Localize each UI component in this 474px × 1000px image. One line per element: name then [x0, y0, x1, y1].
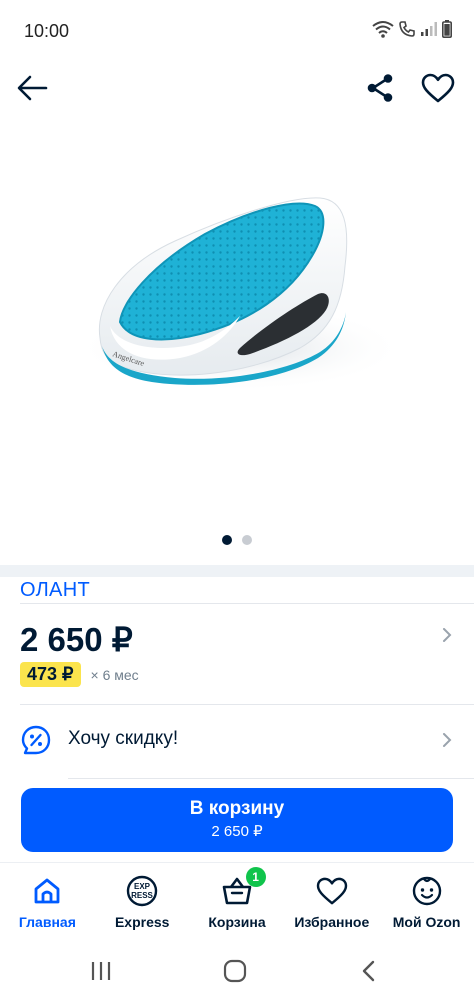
- profile-face-icon: [412, 876, 441, 906]
- add-to-cart-button[interactable]: В корзину 2 650 ₽: [21, 788, 453, 852]
- chevron-right-icon: [443, 733, 452, 747]
- product-image[interactable]: Angelcare: [0, 116, 474, 564]
- wifi-icon: [372, 21, 394, 38]
- nav-item-home[interactable]: Главная: [0, 863, 95, 940]
- product-gallery[interactable]: Angelcare: [0, 116, 474, 564]
- status-icons: [372, 20, 452, 38]
- nav-item-favorites[interactable]: Избранное: [284, 863, 379, 940]
- nav-label-profile: Мой Ozon: [392, 914, 461, 930]
- add-to-cart-price: 2 650 ₽: [211, 823, 263, 840]
- installment-badge: 473 ₽: [20, 662, 81, 687]
- home-icon: [34, 878, 60, 904]
- discount-row[interactable]: Хочу скидку!: [0, 712, 474, 768]
- call-icon: [399, 21, 415, 37]
- nav-item-profile[interactable]: Мой Ozon: [379, 863, 474, 940]
- battery-icon: [442, 20, 452, 38]
- back-chevron-icon: [362, 960, 375, 982]
- heart-icon: [421, 73, 455, 103]
- recent-apps-icon: [91, 962, 111, 980]
- arrow-left-icon: [17, 75, 48, 101]
- favorite-button[interactable]: [416, 66, 460, 110]
- discount-label: Хочу скидку!: [68, 728, 179, 749]
- cart-count-badge: 1: [245, 867, 266, 887]
- gallery-pagination: [0, 535, 474, 545]
- divider-line: [68, 778, 474, 779]
- installment-term: × 6 мес: [90, 666, 139, 683]
- status-time: 10:00: [24, 21, 70, 41]
- top-bar: [0, 60, 474, 116]
- nav-label-express: Express: [114, 914, 170, 930]
- gallery-dot-2[interactable]: [242, 535, 252, 545]
- home-circle-icon: [223, 959, 247, 983]
- share-button[interactable]: [358, 66, 402, 110]
- discount-percent-icon: [21, 725, 51, 755]
- section-divider: [0, 565, 474, 577]
- chevron-right-icon: [443, 628, 452, 642]
- product-price: 2 650 ₽: [20, 621, 133, 658]
- bottom-nav: Главная EXP RESS Express 1 Корзина Избра…: [0, 862, 474, 940]
- nav-label-cart: Корзина: [208, 914, 266, 930]
- back-button[interactable]: [10, 66, 54, 110]
- installment-row: 473 ₽ × 6 мес: [20, 662, 139, 687]
- express-icon: EXP RESS: [126, 875, 158, 907]
- signal-icon: [421, 22, 437, 36]
- price-block[interactable]: 2 650 ₽ 473 ₽ × 6 мес: [0, 604, 474, 696]
- back-system-button[interactable]: [354, 956, 384, 986]
- nav-label-home: Главная: [18, 914, 76, 930]
- share-icon: [367, 74, 393, 102]
- nav-item-express[interactable]: EXP RESS Express: [95, 863, 190, 940]
- status-bar: 10:00: [0, 0, 474, 60]
- nav-item-cart[interactable]: 1 Корзина: [190, 863, 285, 940]
- divider-line: [20, 704, 474, 705]
- heart-icon: [316, 877, 347, 905]
- nav-label-favorites: Избранное: [294, 914, 370, 930]
- gallery-dot-1[interactable]: [222, 535, 232, 545]
- add-to-cart-label: В корзину: [189, 798, 285, 819]
- express-icon-text-bottom: RESS: [131, 891, 153, 900]
- brand-link[interactable]: ОЛАНТ: [20, 579, 90, 602]
- express-icon-text-top: EXP: [134, 882, 151, 891]
- recent-apps-button[interactable]: [86, 956, 116, 986]
- system-nav-bar: [0, 940, 474, 1000]
- home-system-button[interactable]: [220, 956, 250, 986]
